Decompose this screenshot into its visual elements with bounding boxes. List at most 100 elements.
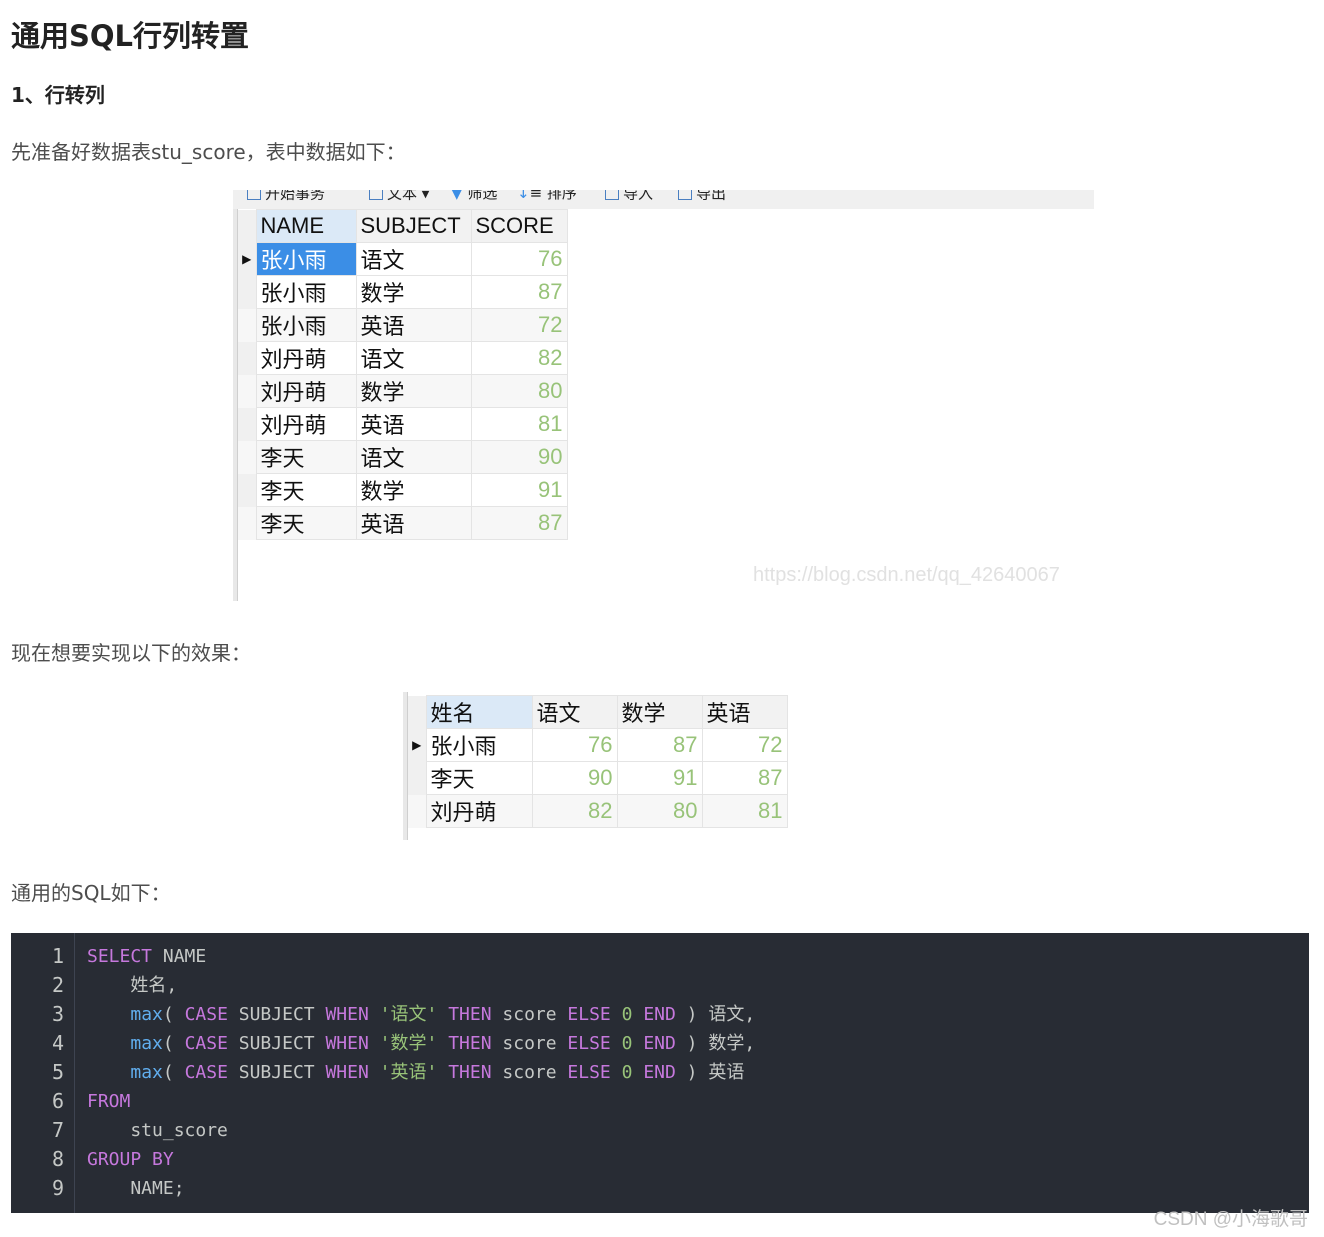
cell-subject[interactable]: 英语 bbox=[355, 506, 472, 540]
column-header[interactable]: NAME bbox=[255, 209, 357, 243]
line-number: 7 bbox=[51, 1118, 64, 1142]
table-row[interactable]: 张小雨 数学 87 bbox=[238, 275, 568, 309]
cell-subject[interactable]: 数学 bbox=[355, 374, 472, 408]
string-literal: '数学' bbox=[379, 1033, 438, 1054]
source-data-grid: NAME SUBJECT SCORE ▶ 张小雨 语文 76 张小雨 数学 87… bbox=[238, 209, 568, 540]
column-header[interactable]: SUBJECT bbox=[355, 209, 472, 243]
line-number: 8 bbox=[51, 1147, 64, 1171]
cell-score[interactable]: 82 bbox=[470, 341, 568, 375]
function: max bbox=[130, 1004, 163, 1025]
table-row[interactable]: 刘丹萌 语文 82 bbox=[238, 341, 568, 375]
function: max bbox=[130, 1062, 163, 1083]
keyword: FROM bbox=[87, 1091, 131, 1112]
cell-name[interactable]: 李天 bbox=[255, 506, 357, 540]
cell-score[interactable]: 82 bbox=[531, 794, 618, 828]
table-row[interactable]: 李天 90 91 87 bbox=[408, 761, 788, 795]
code-line: FROM bbox=[87, 1087, 130, 1116]
cell-score[interactable]: 87 bbox=[470, 506, 568, 540]
string-literal: '英语' bbox=[379, 1062, 438, 1083]
line-number: 2 bbox=[51, 973, 64, 997]
cell-subject[interactable]: 数学 bbox=[355, 275, 472, 309]
toolbar-filter[interactable]: ▼ 筛选 bbox=[451, 190, 497, 201]
cell-score[interactable]: 81 bbox=[470, 407, 568, 441]
column-header[interactable]: 数学 bbox=[616, 695, 703, 729]
line-number: 9 bbox=[51, 1176, 64, 1200]
cell-score[interactable]: 87 bbox=[470, 275, 568, 309]
line-number: 5 bbox=[51, 1060, 64, 1084]
cell-score[interactable]: 80 bbox=[616, 794, 703, 828]
text-icon bbox=[369, 190, 383, 200]
export-icon bbox=[678, 190, 692, 200]
table-row[interactable]: 刘丹萌 数学 80 bbox=[238, 374, 568, 408]
cell-score[interactable]: 91 bbox=[470, 473, 568, 507]
cell-name[interactable]: 刘丹萌 bbox=[255, 374, 357, 408]
toolbar-import[interactable]: 导入 bbox=[605, 190, 653, 201]
screenshot-source-table: 开始事务 文本 ▾ ▼ 筛选 ↓≡ 排序 导入 导出 NAME SUBJECT … bbox=[233, 190, 1094, 601]
cell-subject[interactable]: 语文 bbox=[355, 341, 472, 375]
column-header[interactable]: 英语 bbox=[701, 695, 788, 729]
pivot-result-grid: 姓名 语文 数学 英语 ▶ 张小雨 76 87 72 李天 90 91 87 刘… bbox=[408, 695, 788, 828]
line-number: 1 bbox=[51, 944, 64, 968]
code-line: 姓名, bbox=[87, 975, 178, 996]
cell-score[interactable]: 72 bbox=[470, 308, 568, 342]
import-icon bbox=[605, 190, 619, 200]
code-line: max( CASE SUBJECT WHEN '语文' THEN score E… bbox=[130, 1004, 756, 1025]
goal-paragraph: 现在想要实现以下的效果： bbox=[11, 641, 251, 665]
cell-score[interactable]: 90 bbox=[470, 440, 568, 474]
cell-subject[interactable]: 语文 bbox=[355, 440, 472, 474]
cell-subject[interactable]: 英语 bbox=[355, 407, 472, 441]
section-heading: 1、行转列 bbox=[11, 83, 105, 107]
cell-score[interactable]: 81 bbox=[701, 794, 788, 828]
column-header[interactable]: SCORE bbox=[470, 209, 568, 243]
code-line: NAME; bbox=[87, 1178, 185, 1199]
cell-score[interactable]: 76 bbox=[531, 728, 618, 762]
cell-name[interactable]: 李天 bbox=[255, 440, 357, 474]
cell-score[interactable]: 76 bbox=[470, 242, 568, 276]
column-header[interactable]: 姓名 bbox=[425, 695, 533, 729]
cell-name[interactable]: 张小雨 bbox=[255, 242, 357, 276]
cell-name[interactable]: 刘丹萌 bbox=[425, 794, 533, 828]
cell-score[interactable]: 87 bbox=[616, 728, 703, 762]
cell-score[interactable]: 91 bbox=[616, 761, 703, 795]
cell-name[interactable]: 张小雨 bbox=[425, 728, 533, 762]
cell-name[interactable]: 李天 bbox=[255, 473, 357, 507]
sql-intro-paragraph: 通用的SQL如下： bbox=[11, 881, 171, 905]
column-header[interactable]: 语文 bbox=[531, 695, 618, 729]
cell-subject[interactable]: 数学 bbox=[355, 473, 472, 507]
toolbar-text[interactable]: 文本 ▾ bbox=[369, 190, 429, 201]
table-row[interactable]: ▶ 张小雨 语文 76 bbox=[238, 242, 568, 276]
row-indicator-header bbox=[238, 209, 256, 243]
table-row[interactable]: 李天 数学 91 bbox=[238, 473, 568, 507]
grid-toolbar: 开始事务 文本 ▾ ▼ 筛选 ↓≡ 排序 导入 导出 bbox=[233, 190, 1094, 209]
table-row[interactable]: 李天 语文 90 bbox=[238, 440, 568, 474]
line-number: 3 bbox=[51, 1002, 64, 1026]
cell-name[interactable]: 李天 bbox=[425, 761, 533, 795]
cell-name[interactable]: 张小雨 bbox=[255, 308, 357, 342]
table-row[interactable]: ▶ 张小雨 76 87 72 bbox=[408, 728, 788, 762]
cell-subject[interactable]: 英语 bbox=[355, 308, 472, 342]
cell-score[interactable]: 72 bbox=[701, 728, 788, 762]
cell-score[interactable]: 90 bbox=[531, 761, 618, 795]
author-watermark: CSDN @小海歌哥 bbox=[1153, 1209, 1308, 1230]
cell-name[interactable]: 刘丹萌 bbox=[255, 407, 357, 441]
string-literal: '语文' bbox=[379, 1004, 438, 1025]
toolbar-begin-transaction[interactable]: 开始事务 bbox=[247, 190, 325, 201]
sort-icon: ↓ bbox=[517, 190, 530, 202]
table-row[interactable]: 刘丹萌 82 80 81 bbox=[408, 794, 788, 828]
cell-name[interactable]: 张小雨 bbox=[255, 275, 357, 309]
table-row[interactable]: 张小雨 英语 72 bbox=[238, 308, 568, 342]
sql-code-block[interactable]: 1 2 3 4 5 6 7 8 9 SELECT NAME 姓名, max( C… bbox=[11, 933, 1309, 1213]
cell-name[interactable]: 刘丹萌 bbox=[255, 341, 357, 375]
toolbar-sort[interactable]: ↓≡ 排序 bbox=[517, 190, 577, 201]
page-title: 通用SQL行列转置 bbox=[11, 19, 250, 53]
table-row[interactable]: 刘丹萌 英语 81 bbox=[238, 407, 568, 441]
keyword: SELECT bbox=[87, 946, 153, 967]
line-number: 6 bbox=[51, 1089, 64, 1113]
table-row[interactable]: 李天 英语 87 bbox=[238, 506, 568, 540]
current-row-arrow-icon: ▶ bbox=[238, 242, 256, 276]
cell-subject[interactable]: 语文 bbox=[355, 242, 472, 276]
toolbar-export[interactable]: 导出 bbox=[678, 190, 726, 201]
cell-score[interactable]: 87 bbox=[701, 761, 788, 795]
cell-score[interactable]: 80 bbox=[470, 374, 568, 408]
current-row-arrow-icon: ▶ bbox=[408, 728, 426, 762]
